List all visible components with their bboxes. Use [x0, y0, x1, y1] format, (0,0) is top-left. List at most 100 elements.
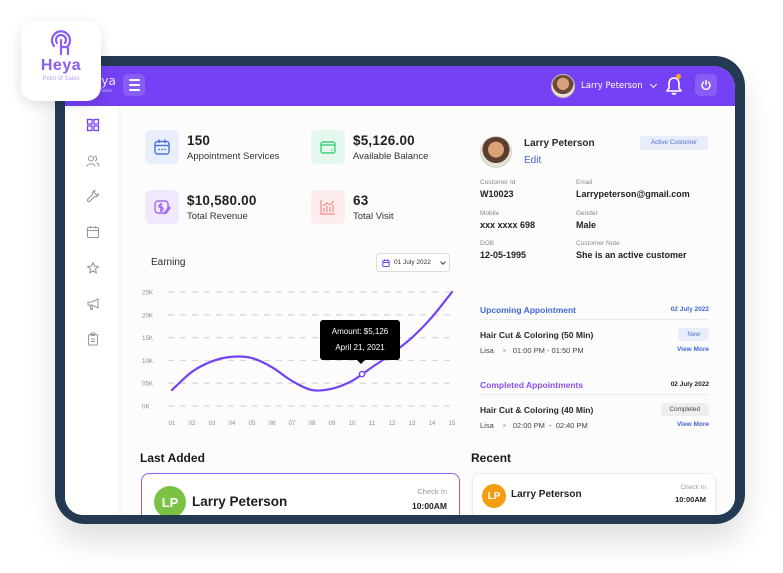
- calendar-icon: [154, 139, 170, 155]
- wallet-icon: [320, 141, 336, 154]
- stat-label: Total Visit: [353, 210, 394, 222]
- status-badge: New: [678, 328, 709, 341]
- date-filter-value: 01 July 2022: [394, 259, 431, 266]
- tools-icon: [86, 189, 100, 203]
- last-added-card[interactable]: LP Larry Peterson Check In 10:00AM: [141, 473, 460, 515]
- stat-label: Total Revenue: [187, 210, 248, 222]
- sidebar-item-reports[interactable]: [86, 332, 100, 346]
- stat-appointment-services: 150 Appointment Services: [145, 130, 279, 164]
- x-tick-label: 11: [369, 420, 376, 427]
- x-tick-label: 06: [269, 420, 276, 427]
- status-badge: Active Customer: [640, 136, 708, 150]
- x-tick-label: 04: [229, 420, 236, 427]
- grid-icon: [86, 118, 100, 132]
- service-name: Hair Cut & Coloring (50 Min): [480, 329, 594, 340]
- avatar: LP: [154, 486, 186, 515]
- sidebar-item-customers[interactable]: [86, 154, 100, 168]
- sidebar-item-marketing[interactable]: [86, 297, 100, 311]
- sidebar-item-calendar[interactable]: [86, 225, 100, 239]
- stat-value: $5,126.00: [353, 132, 415, 148]
- completed-title: Completed Appointments: [480, 379, 584, 390]
- status-badge: Completed: [660, 403, 709, 416]
- notification-dot: [676, 74, 681, 79]
- user-name: Larry Peterson: [581, 81, 643, 91]
- app-name: Heya: [40, 57, 82, 74]
- field-value: 12-05-1995: [480, 250, 527, 260]
- checkin-time: 10:00AM: [675, 495, 706, 504]
- revenue-icon: [154, 200, 171, 215]
- x-tick-label: 03: [209, 420, 216, 427]
- series-line-earning: [170, 290, 454, 392]
- completed-date: 02 July 2022: [670, 381, 709, 388]
- tooltip-date: April 21, 2021: [335, 343, 385, 352]
- sidebar: [65, 106, 118, 515]
- recent-card[interactable]: LP Larry Peterson Check In 10:00AM: [472, 473, 716, 515]
- view-more-link[interactable]: View More: [677, 421, 709, 430]
- field-customer-id: Customer Id W10023: [480, 179, 515, 199]
- y-tick-label: 15K: [142, 335, 154, 342]
- field-label: Gender: [576, 210, 598, 217]
- field-dob: DOB 12-05-1995: [480, 240, 526, 260]
- avatar: LP: [482, 484, 506, 508]
- users-icon: [86, 155, 100, 167]
- app-logo-badge: Heya Point of Sales: [21, 21, 101, 101]
- time-range: 01:00 PM - 01:50 PM: [512, 346, 584, 355]
- bell-icon[interactable]: [665, 76, 683, 96]
- checkin-label: Check In: [417, 487, 447, 496]
- x-tick-label: 02: [189, 420, 196, 427]
- star-icon: [86, 261, 100, 274]
- customer-avatar: [480, 136, 512, 168]
- stat-label: Appointment Services: [187, 150, 280, 162]
- stat-icon-box: [311, 130, 345, 164]
- stat-value: 63: [353, 192, 369, 208]
- chevron-down-icon: [440, 258, 446, 265]
- clipboard-icon: [87, 332, 99, 346]
- highlight-point: [358, 370, 366, 378]
- last-added-title: Last Added: [140, 451, 205, 465]
- person-name: Larry Peterson: [511, 489, 582, 500]
- field-label: Customer Id: [480, 179, 516, 186]
- field-label: Email: [576, 179, 593, 186]
- field-label: Customer Note: [576, 240, 620, 247]
- app-subtitle: Point of Sales: [42, 76, 80, 82]
- avatar: [551, 74, 575, 98]
- sidebar-item-favorites[interactable]: [86, 261, 100, 275]
- date-filter-dropdown[interactable]: 01 July 2022: [376, 253, 450, 272]
- field-value: xxx xxxx 698: [480, 220, 536, 230]
- field-label: Mobile: [480, 210, 500, 217]
- tooltip-amount: Amount: $5,126: [331, 327, 389, 336]
- upcoming-appointment: Upcoming Appointment 02 July 2022 Hair C…: [480, 304, 709, 355]
- edit-link[interactable]: Edit: [524, 155, 541, 166]
- x-tick-label: 12: [389, 420, 396, 427]
- power-button[interactable]: [695, 74, 717, 96]
- field-value: W10023: [480, 189, 514, 199]
- x-tick-label: 10: [349, 420, 356, 427]
- field-label: DOB: [480, 240, 495, 247]
- sidebar-item-services[interactable]: [86, 189, 100, 203]
- upcoming-title: Upcoming Appointment: [480, 304, 577, 315]
- user-menu[interactable]: Larry Peterson: [551, 74, 657, 98]
- field-customer-note: Customer Note She is an active customer: [576, 240, 687, 260]
- touch-icon: [50, 30, 72, 56]
- x-tick-label: 09: [329, 420, 336, 427]
- y-tick-label: 05K: [142, 381, 154, 388]
- view-more-link[interactable]: View More: [677, 346, 709, 355]
- x-tick-label: 14: [429, 420, 436, 427]
- power-icon: [701, 79, 711, 91]
- earning-title: Earning: [151, 257, 186, 268]
- stat-total-revenue: $10,580.00 Total Revenue: [145, 190, 257, 224]
- x-tick-label: 01: [169, 420, 176, 427]
- y-tick-label: 20K: [142, 312, 154, 319]
- megaphone-icon: [87, 298, 99, 311]
- chart-tooltip: Amount: $5,126 April 21, 2021: [320, 320, 400, 364]
- staff-name: Lisa: [480, 421, 494, 430]
- stat-total-visit: 63 Total Visit: [311, 190, 393, 224]
- sidebar-item-dashboard[interactable]: [86, 118, 100, 132]
- customer-name: Larry Peterson: [524, 138, 595, 149]
- menu-button[interactable]: [123, 74, 145, 96]
- calendar-icon: [382, 258, 390, 267]
- stat-label: Available Balance: [353, 150, 429, 162]
- app-screen: HeyaPoint of Sales Larry Peterson: [65, 66, 735, 515]
- person-name: Larry Peterson: [192, 494, 288, 509]
- chevron-down-icon: [649, 80, 657, 89]
